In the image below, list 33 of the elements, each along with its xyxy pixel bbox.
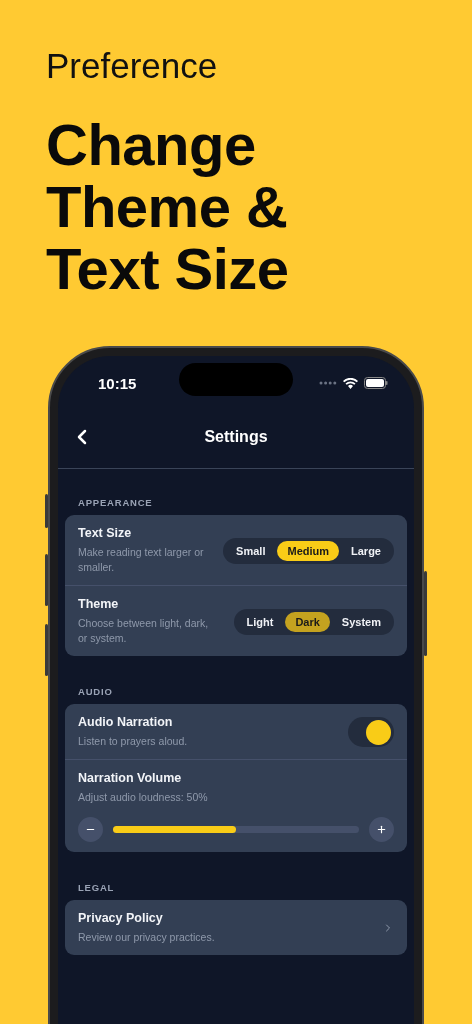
setting-title: Audio Narration bbox=[78, 715, 174, 729]
battery-icon bbox=[364, 377, 388, 389]
wifi-icon bbox=[343, 377, 358, 389]
privacy-policy-row[interactable]: Privacy Policy Review our privacy practices. bbox=[65, 900, 407, 955]
setting-title: Privacy Policy bbox=[78, 911, 164, 925]
segment-option[interactable]: Large bbox=[341, 540, 391, 561]
screen-title: Settings bbox=[204, 428, 268, 446]
segment-option[interactable]: Dark bbox=[285, 611, 330, 632]
setting-title: Narration Volume bbox=[78, 771, 183, 785]
eyebrow-text: Preference bbox=[46, 46, 219, 86]
segment-option[interactable]: Medium bbox=[277, 540, 340, 561]
signal-icon bbox=[319, 381, 337, 385]
section-label: APPEARANCE bbox=[78, 497, 153, 508]
setting-title: Text Size bbox=[78, 526, 133, 540]
setting-description: Choose between light, dark, or system. bbox=[78, 616, 210, 646]
segment-option[interactable]: System bbox=[331, 611, 391, 632]
segment-option[interactable]: Light bbox=[236, 611, 284, 632]
plus-button[interactable] bbox=[369, 817, 394, 842]
section-label: AUDIO bbox=[78, 686, 113, 697]
headline-line: Theme & bbox=[46, 176, 289, 238]
volume-slider[interactable] bbox=[113, 826, 359, 833]
headline-line: Text Size bbox=[46, 238, 290, 300]
segment-option[interactable]: Small bbox=[226, 540, 276, 561]
setting-description: Adjust audio loudness: 50% bbox=[78, 790, 209, 805]
setting-description: Make reading text larger or smaller. bbox=[78, 545, 205, 575]
toggle-switch[interactable] bbox=[348, 717, 394, 747]
plus-icon bbox=[376, 824, 387, 835]
setting-description: Listen to prayers aloud. bbox=[78, 734, 188, 749]
section-label: LEGAL bbox=[78, 882, 115, 893]
status-time: 10:15 bbox=[98, 374, 137, 392]
headline-line: Change bbox=[46, 114, 257, 176]
setting-description: Review our privacy practices. bbox=[78, 930, 215, 945]
setting-title: Theme bbox=[78, 597, 120, 611]
